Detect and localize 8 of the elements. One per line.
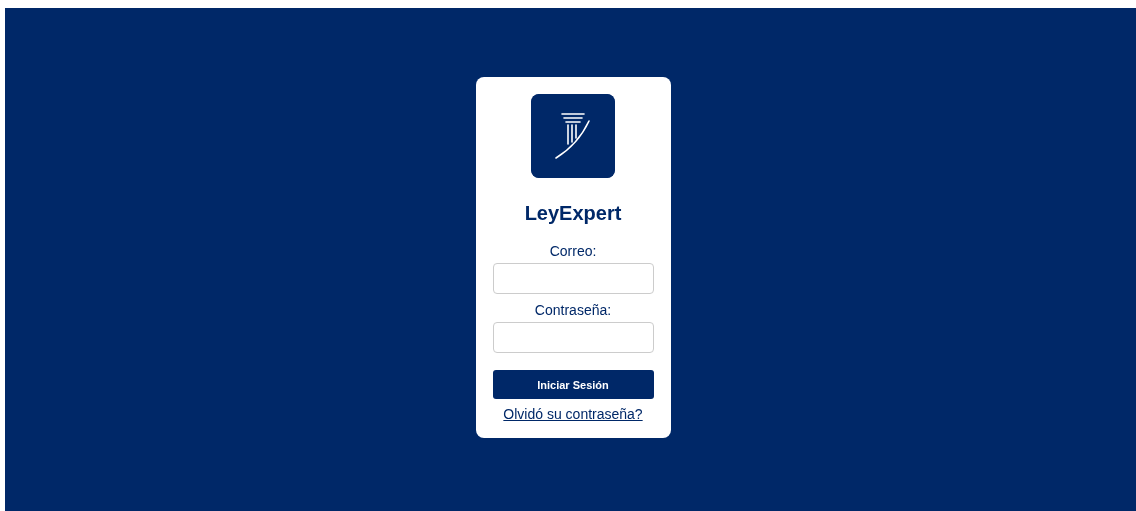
field-label: Contraseña: [534, 302, 612, 318]
field-label: Correo: [549, 243, 597, 259]
input-field[interactable] [492, 263, 654, 294]
login-button[interactable]: Iniciar Sesión [492, 370, 654, 399]
input-field[interactable] [492, 322, 654, 353]
forgot-password-link[interactable]: Olvidó su contraseña? [503, 406, 643, 423]
app-title: LeyExpert [524, 201, 622, 225]
column-logo-icon [531, 94, 615, 178]
